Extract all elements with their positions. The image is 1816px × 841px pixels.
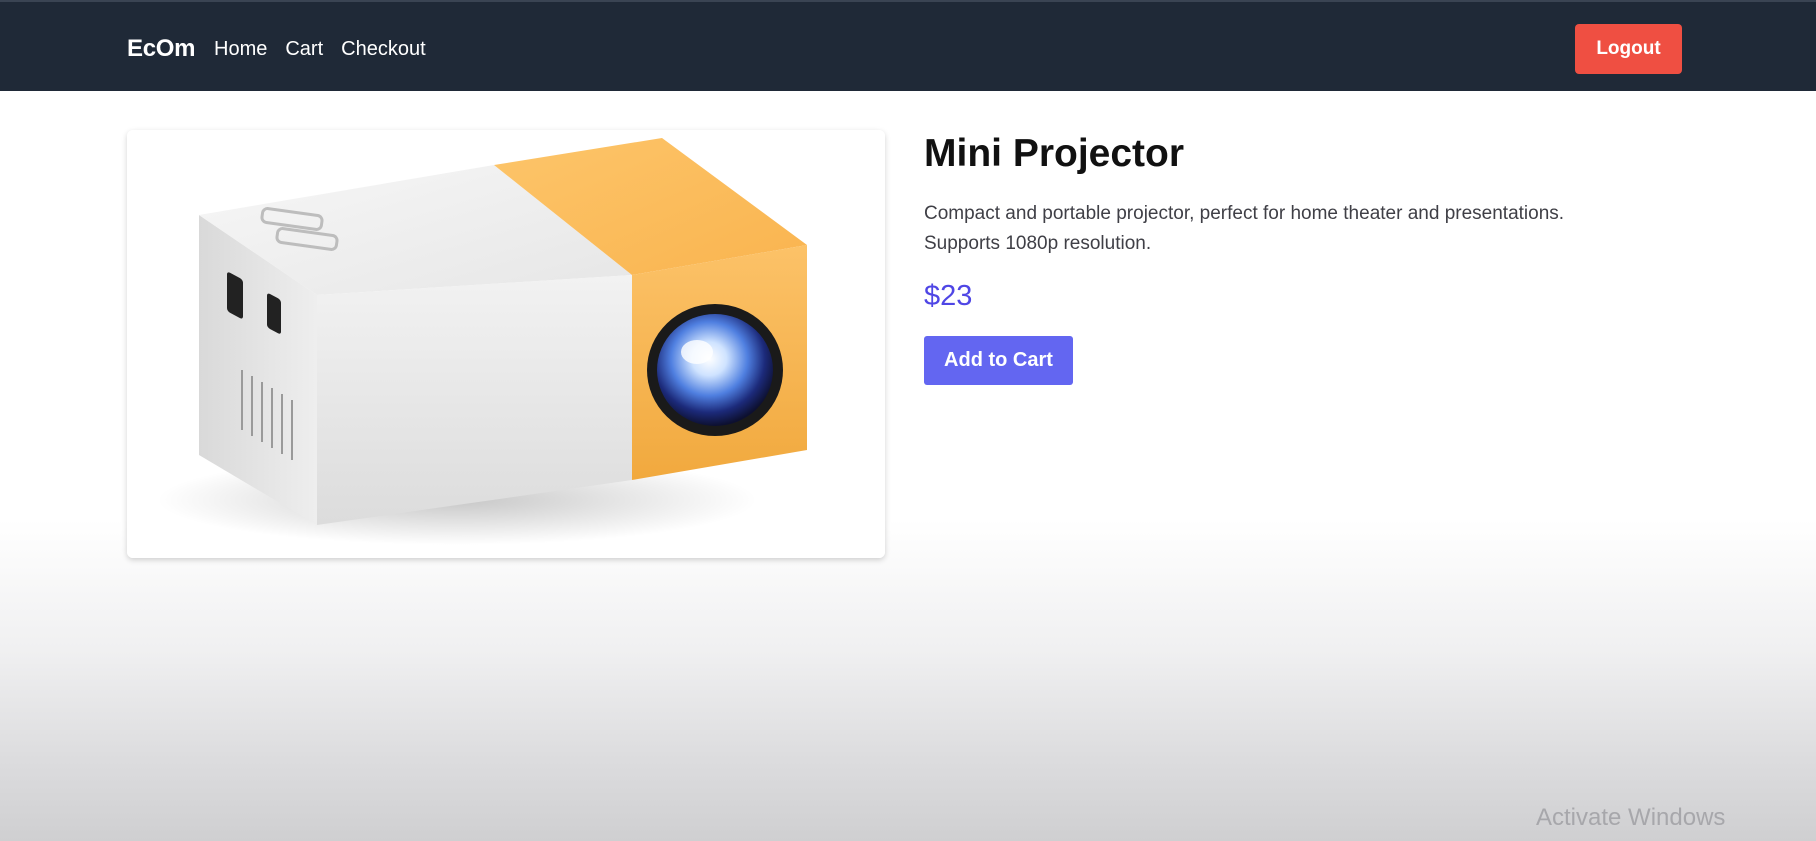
product-image — [127, 130, 885, 558]
product-description: Compact and portable projector, perfect … — [924, 203, 1565, 254]
product-price: $23 — [924, 280, 973, 312]
navbar: EcOm Home Cart Checkout Logout — [0, 0, 1816, 91]
nav-link-home[interactable]: Home — [214, 38, 267, 61]
product-image-card — [127, 130, 885, 558]
logout-button[interactable]: Logout — [1575, 24, 1682, 74]
brand-logo[interactable]: EcOm — [127, 35, 195, 63]
nav-links: Home Cart Checkout — [214, 38, 444, 61]
add-to-cart-button[interactable]: Add to Cart — [924, 336, 1073, 385]
nav-link-cart[interactable]: Cart — [285, 38, 323, 61]
nav-link-checkout[interactable]: Checkout — [341, 38, 426, 61]
product-title: Mini Projector — [924, 132, 1185, 175]
activate-windows-watermark: Activate Windows — [1536, 804, 1726, 831]
